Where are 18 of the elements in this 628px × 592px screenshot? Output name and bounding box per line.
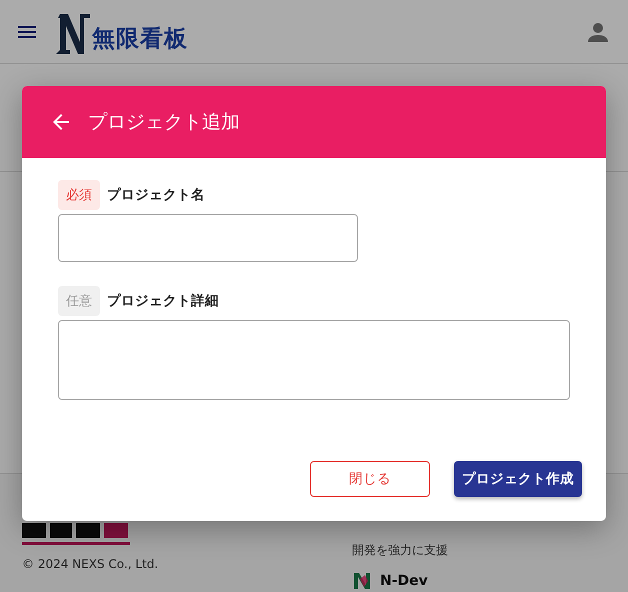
menu-icon[interactable] (18, 26, 36, 38)
create-button[interactable]: プロジェクト作成 (454, 461, 582, 497)
partner-name[interactable]: N-Dev (380, 573, 428, 589)
input-field[interactable] (58, 320, 570, 400)
field-tag: 任意 (58, 286, 100, 316)
copyright-text: © 2024 NEXS Co., Ltd. (22, 557, 160, 571)
logo-text: 無限看板 (92, 24, 188, 54)
back-arrow-icon[interactable] (52, 113, 70, 131)
field-tag: 必須 (58, 180, 100, 210)
field-label: プロジェクト名 (107, 186, 205, 204)
dialog-title: プロジェクト追加 (88, 110, 240, 135)
input-field[interactable] (58, 214, 358, 262)
partner-logo-icon (352, 571, 372, 591)
logo-mark-icon (56, 14, 90, 54)
tagline-text: 開発を強力に支援 (352, 542, 449, 559)
field-label: プロジェクト詳細 (107, 292, 219, 310)
close-button[interactable]: 閉じる (310, 461, 430, 497)
brand-logo-icon (22, 523, 130, 545)
